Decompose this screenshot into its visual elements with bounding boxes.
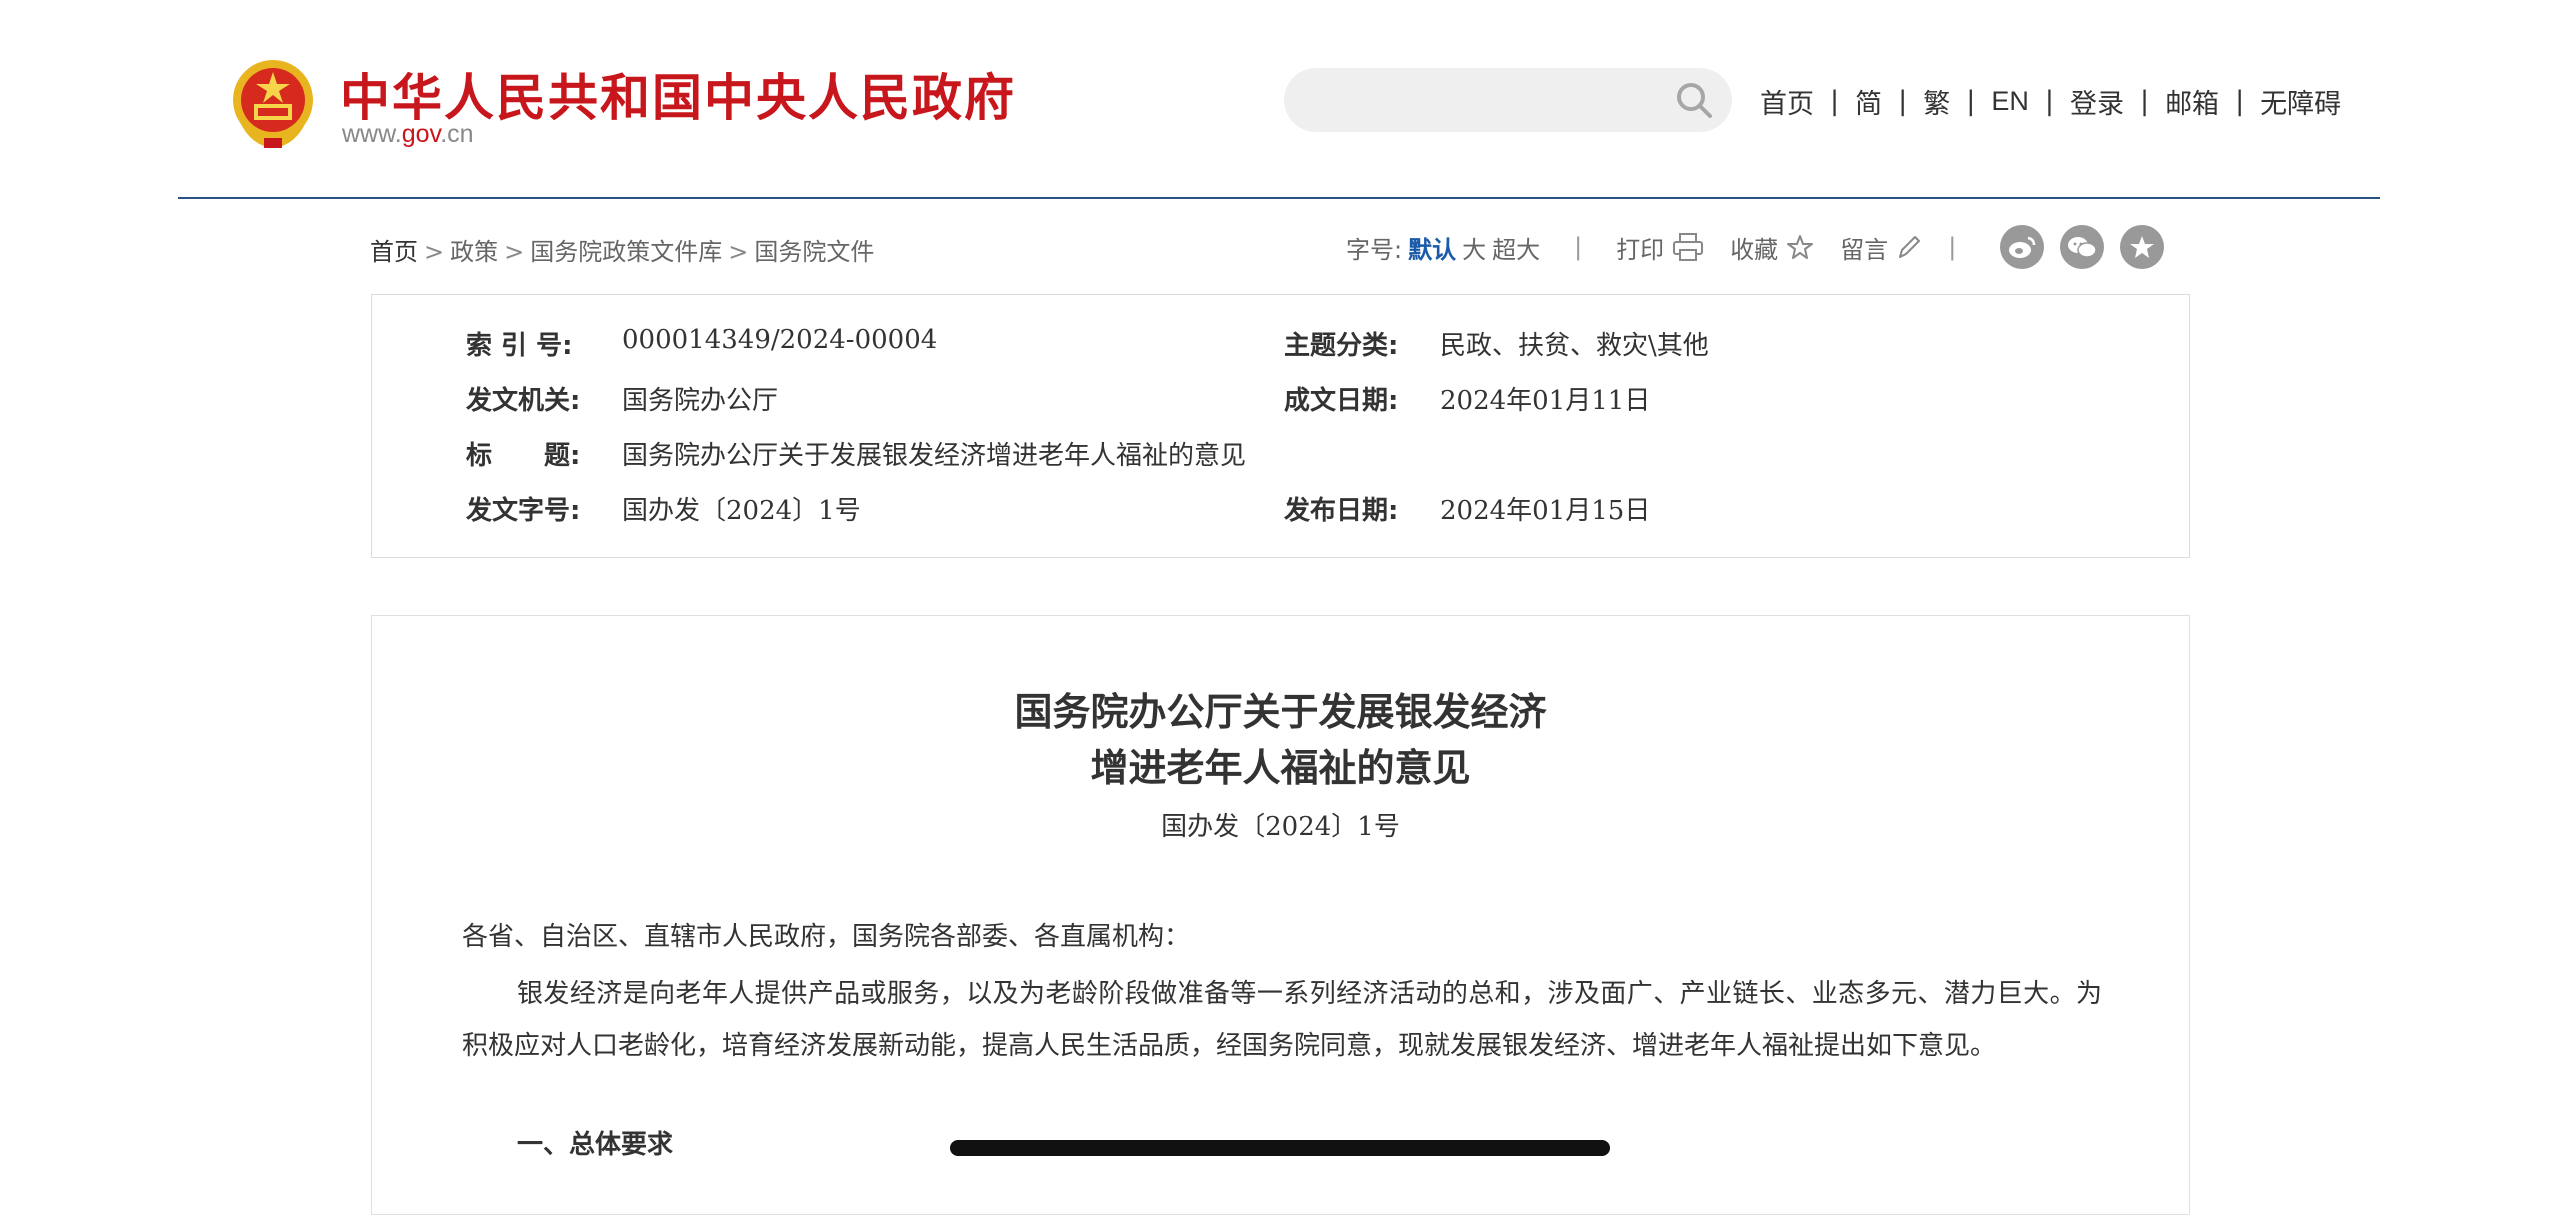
nav-separator: | bbox=[2235, 86, 2245, 117]
star-icon bbox=[1787, 235, 1814, 259]
article-title-line1: 国务院办公厅关于发展银发经济 bbox=[1014, 690, 1547, 734]
article-title: 国务院办公厅关于发展银发经济 增进老年人福祉的意见 bbox=[372, 684, 2189, 796]
header-divider bbox=[178, 197, 2380, 199]
breadcrumb-policy-library[interactable]: 国务院政策文件库 bbox=[530, 238, 722, 266]
font-xlarge-button[interactable]: 超大 bbox=[1492, 230, 1540, 265]
wechat-share-icon[interactable] bbox=[2060, 225, 2105, 269]
document-info-table: 索 引 号: 000014349/2024-00004 主题分类: 民政、扶贫、… bbox=[371, 294, 2190, 558]
comment-label: 留言 bbox=[1840, 235, 1889, 264]
breadcrumb-separator: > bbox=[504, 238, 525, 266]
site-url-prefix: www. bbox=[342, 120, 402, 148]
index-label: 索 引 号: bbox=[466, 331, 573, 361]
nav-separator: | bbox=[1898, 86, 1908, 117]
nav-login[interactable]: 登录 bbox=[2070, 82, 2124, 121]
breadcrumb-separator: > bbox=[728, 238, 749, 266]
nav-english[interactable]: EN bbox=[1991, 86, 2029, 117]
doc-no-value: 国办发〔2024〕1号 bbox=[622, 496, 861, 526]
article-salutation: 各省、自治区、直辖市人民政府，国务院各部委、各直属机构： bbox=[462, 922, 1191, 952]
title-label: 标 题: bbox=[466, 441, 581, 471]
print-label: 打印 bbox=[1616, 235, 1665, 264]
article-title-line2: 增进老年人福祉的意见 bbox=[1090, 746, 1471, 790]
site-url-brand: gov bbox=[401, 120, 441, 148]
breadcrumb-separator: > bbox=[424, 238, 445, 266]
font-size-label: 字号: bbox=[1346, 235, 1403, 264]
breadcrumb: 首页 > 政策 > 国务院政策文件库 > 国务院文件 bbox=[370, 232, 874, 267]
site-url-suffix: .cn bbox=[440, 120, 474, 148]
article-doc-number: 国办发〔2024〕1号 bbox=[1161, 812, 1400, 842]
published-label: 发布日期: bbox=[1284, 496, 1399, 526]
nav-separator: | bbox=[1966, 86, 1976, 117]
print-button[interactable]: 打印 bbox=[1616, 230, 1704, 265]
search-input[interactable] bbox=[1284, 68, 1732, 132]
favorite-label: 收藏 bbox=[1730, 235, 1779, 264]
toolbar-separator: | bbox=[1574, 233, 1583, 261]
printer-icon bbox=[1673, 233, 1704, 261]
article-toolbar: 字号: 默认 大 超大 | 打印 收藏 留言 | bbox=[1346, 222, 2165, 272]
home-indicator[interactable] bbox=[950, 1140, 1610, 1156]
breadcrumb-state-council-docs[interactable]: 国务院文件 bbox=[754, 238, 874, 266]
article-body: 国务院办公厅关于发展银发经济 增进老年人福祉的意见 国办发〔2024〕1号 各省… bbox=[371, 615, 2190, 1215]
top-nav: 首页 | 简 | 繁 | EN | 登录 | 邮箱 | 无障碍 bbox=[1760, 82, 2341, 121]
search-icon[interactable] bbox=[1674, 80, 1714, 120]
font-default-button[interactable]: 默认 bbox=[1408, 230, 1456, 265]
created-value: 2024年01月11日 bbox=[1440, 386, 1651, 416]
comment-button[interactable]: 留言 bbox=[1840, 230, 1922, 265]
nav-accessibility[interactable]: 无障碍 bbox=[2260, 82, 2341, 121]
nav-separator: | bbox=[1830, 86, 1840, 117]
issuer-value: 国务院办公厅 bbox=[622, 386, 779, 416]
breadcrumb-policy[interactable]: 政策 bbox=[450, 238, 498, 266]
section-heading: 一、总体要求 bbox=[517, 1130, 674, 1160]
nav-mailbox[interactable]: 邮箱 bbox=[2165, 82, 2219, 121]
title-value: 国务院办公厅关于发展银发经济增进老年人福祉的意见 bbox=[622, 441, 1247, 471]
font-large-button[interactable]: 大 bbox=[1462, 230, 1486, 265]
nav-simplified[interactable]: 简 bbox=[1855, 82, 1882, 121]
national-emblem-icon[interactable] bbox=[230, 58, 316, 150]
breadcrumb-home[interactable]: 首页 bbox=[370, 238, 418, 266]
article-paragraph: 银发经济是向老年人提供产品或服务，以及为老龄阶段做准备等一系列经济活动的总和，涉… bbox=[462, 979, 2102, 1061]
nav-separator: | bbox=[2139, 86, 2150, 117]
pencil-icon bbox=[1899, 236, 1921, 258]
topic-label: 主题分类: bbox=[1284, 331, 1399, 361]
site-url: www.gov.cn bbox=[342, 120, 474, 149]
nav-traditional[interactable]: 繁 bbox=[1923, 82, 1950, 121]
topic-value: 民政、扶贫、救灾\其他 bbox=[1440, 331, 1709, 361]
toolbar-separator: | bbox=[1948, 233, 1957, 261]
issuer-label: 发文机关: bbox=[466, 386, 581, 416]
created-label: 成文日期: bbox=[1284, 386, 1399, 416]
published-value: 2024年01月15日 bbox=[1440, 496, 1651, 526]
nav-separator: | bbox=[2044, 86, 2054, 117]
weibo-share-icon[interactable] bbox=[2000, 225, 2045, 269]
index-value: 000014349/2024-00004 bbox=[622, 325, 938, 355]
bookmark-share-icon[interactable] bbox=[2120, 225, 2165, 269]
nav-home[interactable]: 首页 bbox=[1760, 82, 1814, 121]
favorite-button[interactable]: 收藏 bbox=[1730, 230, 1814, 265]
doc-no-label: 发文字号: bbox=[466, 496, 581, 526]
site-header: 中华人民共和国中央人民政府 www.gov.cn 首页 | 简 | 繁 | EN… bbox=[0, 0, 2556, 200]
